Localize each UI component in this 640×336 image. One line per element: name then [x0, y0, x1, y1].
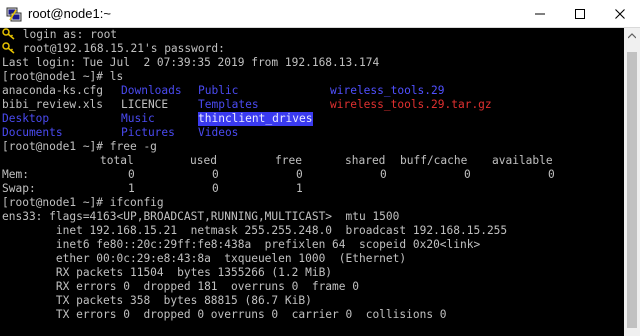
free-row-swap: Swap: 1 0 1 — [2, 182, 622, 196]
ls-dir: Desktop — [2, 112, 50, 125]
free-value: 0 — [464, 168, 471, 181]
maximize-icon — [575, 8, 585, 19]
ls-dir: Music — [121, 112, 155, 125]
chevron-up-icon — [628, 33, 636, 39]
password-line: root@192.168.15.21's password: — [2, 42, 225, 56]
minimize-icon — [535, 13, 545, 14]
login-text: login as: root — [22, 28, 118, 41]
close-button[interactable] — [600, 0, 640, 27]
ls-dir: Downloads — [121, 84, 182, 97]
ls-row: Desktop Music thinclient_drives — [2, 112, 622, 126]
free-value: 1 — [128, 182, 135, 195]
close-icon — [615, 8, 625, 19]
prompt-ls: [root@node1 ~]# ls — [2, 70, 124, 83]
free-row-mem: Mem: 0 0 0 0 0 0 — [2, 168, 622, 182]
ifconfig-line: TX packets 358 bytes 88815 (86.7 KiB) — [2, 294, 312, 307]
free-col-free: free — [275, 154, 302, 167]
ls-file: LICENCE — [121, 98, 169, 111]
putty-icon — [6, 7, 22, 22]
ifconfig-line: ens33: flags=4163<UP,BROADCAST,RUNNING,M… — [2, 210, 400, 223]
free-col-total: total — [100, 154, 134, 167]
ls-dir: Templates — [198, 98, 259, 111]
free-value: 0 — [212, 182, 219, 195]
ls-archive: wireless_tools.29.tar.gz — [330, 98, 492, 111]
ls-dir: Pictures — [121, 126, 175, 139]
prompt-free: [root@node1 ~]# free -g — [2, 140, 157, 153]
scrollbar-thumb[interactable] — [627, 52, 637, 328]
free-value: 0 — [296, 168, 303, 181]
free-row-label: Mem: — [2, 168, 29, 181]
ls-dir: Public — [198, 84, 239, 97]
ifconfig-line: RX packets 11504 bytes 1355266 (1.2 MiB) — [2, 266, 333, 279]
free-row-label: Swap: — [2, 182, 36, 195]
ls-file: bibi_review.xls — [2, 98, 104, 111]
login-line: login as: root — [2, 28, 117, 42]
vertical-scrollbar[interactable] — [624, 28, 640, 336]
ls-row: Documents Pictures Videos — [2, 126, 622, 140]
minimize-button[interactable] — [520, 0, 560, 27]
ifconfig-line: inet 192.168.15.21 netmask 255.255.248.0… — [2, 224, 508, 237]
ls-dir-highlighted: thinclient_drives — [198, 112, 313, 126]
ifconfig-line: TX errors 0 dropped 0 overruns 0 carrier… — [2, 308, 447, 321]
prompt-ifconfig: [root@node1 ~]# ifconfig — [2, 196, 164, 209]
title-bar[interactable]: root@node1:~ — [0, 0, 640, 28]
free-col-buff-cache: buff/cache — [400, 154, 468, 167]
free-col-shared: shared — [345, 154, 386, 167]
free-value: 1 — [296, 182, 303, 195]
ls-row: anaconda-ks.cfg Downloads Public wireles… — [2, 84, 622, 98]
ls-file: anaconda-ks.cfg — [2, 84, 104, 97]
terminal-output[interactable]: login as: root root@192.168.15.21's pass… — [0, 28, 624, 336]
password-text: root@192.168.15.21's password: — [22, 42, 225, 55]
free-col-available: available — [492, 154, 553, 167]
key-icon — [2, 28, 15, 40]
free-col-used: used — [190, 154, 217, 167]
free-value: 0 — [548, 168, 555, 181]
ls-dir: Documents — [2, 126, 63, 139]
ifconfig-line: RX errors 0 dropped 181 overruns 0 frame… — [2, 280, 359, 293]
window-title: root@node1:~ — [28, 6, 111, 21]
ifconfig-line: ether 00:0c:29:e8:43:8a txqueuelen 1000 … — [2, 252, 407, 265]
ifconfig-line: inet6 fe80::20c:29ff:fe8:438a prefixlen … — [2, 238, 481, 251]
scroll-up-button[interactable] — [624, 28, 640, 44]
key-icon — [2, 42, 15, 54]
free-header: total used free shared buff/cache availa… — [2, 154, 622, 168]
ls-row: bibi_review.xls LICENCE Templates wirele… — [2, 98, 622, 112]
free-value: 0 — [128, 168, 135, 181]
ls-dir: wireless_tools.29 — [330, 84, 445, 97]
free-value: 0 — [380, 168, 387, 181]
last-login-line: Last login: Tue Jul 2 07:39:35 2019 from… — [2, 56, 380, 69]
terminal-window: root@node1:~ login as: root root@192.168… — [0, 0, 640, 336]
ls-dir: Videos — [198, 126, 239, 139]
free-value: 0 — [212, 168, 219, 181]
maximize-button[interactable] — [560, 0, 600, 27]
